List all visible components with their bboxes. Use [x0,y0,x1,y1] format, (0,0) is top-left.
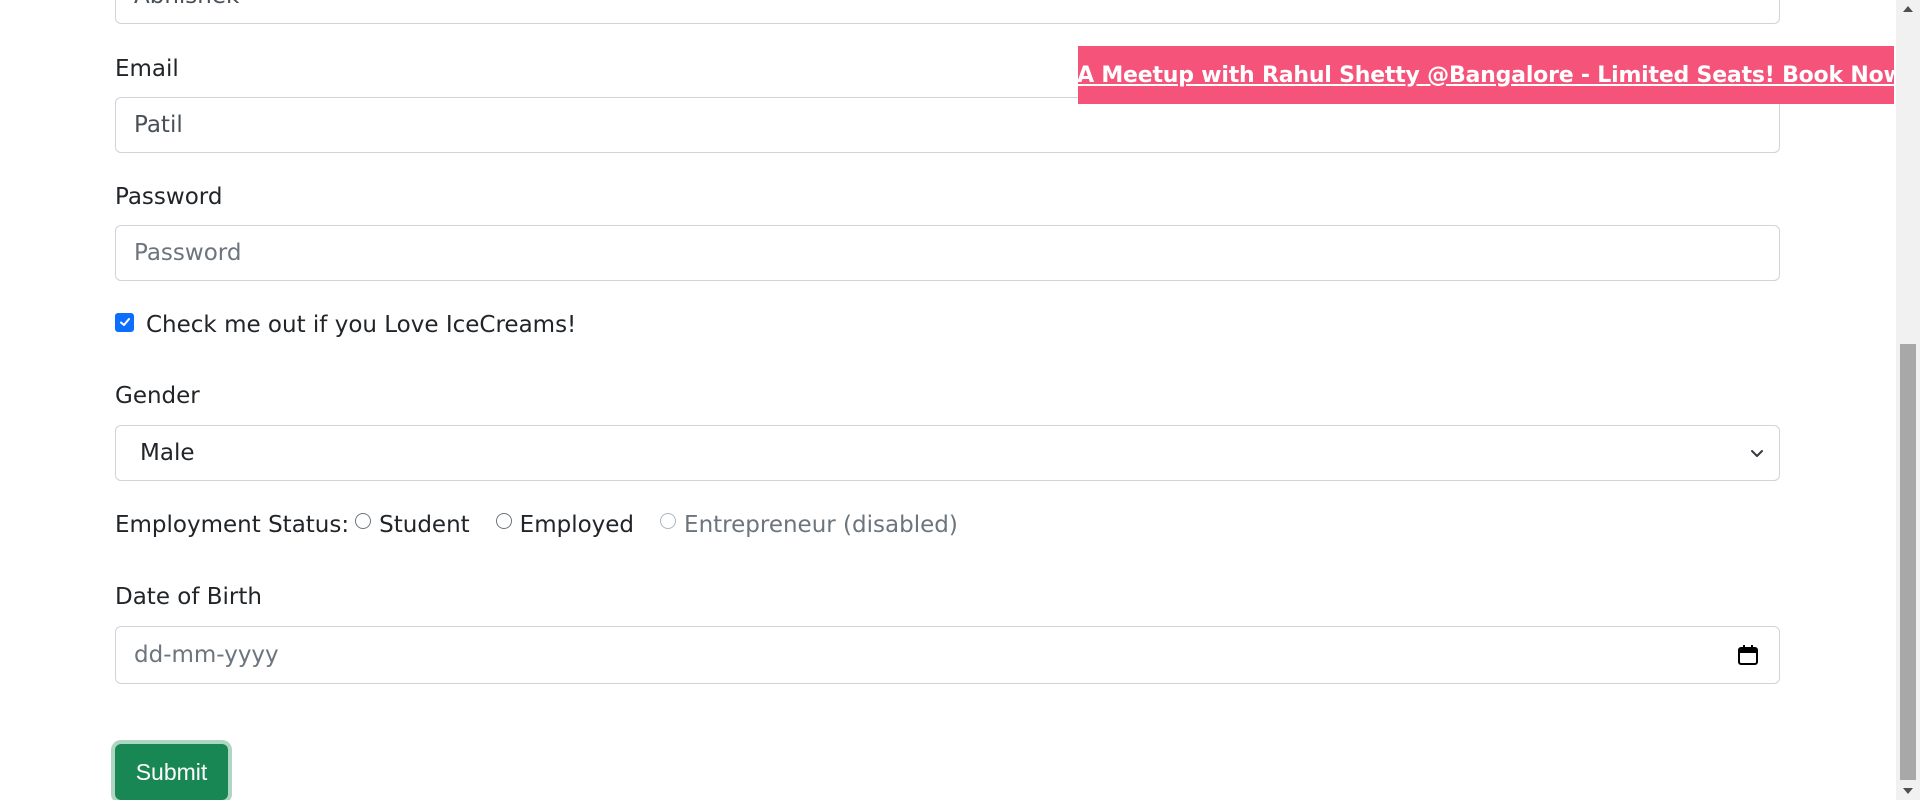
calendar-icon[interactable] [1737,644,1759,666]
radio-employed-label: Employed [519,512,635,538]
gender-selected-value: Male [140,440,195,466]
vertical-scrollbar[interactable] [1896,0,1920,800]
employment-status-row: Employment Status: Student Employed Entr… [115,511,976,539]
check-icon [119,318,130,326]
employment-option-employed[interactable]: Employed [488,511,634,539]
promo-banner-link[interactable]: QA Meetup with Rahul Shetty @Bangalore -… [1059,63,1914,88]
password-placeholder: Password [134,240,242,266]
dob-label: Date of Birth [115,584,262,610]
icecream-checkbox-row: Check me out if you Love IceCreams! [115,312,576,338]
employment-option-entrepreneur: Entrepreneur (disabled) [652,511,958,539]
password-field[interactable]: Password [115,225,1780,281]
icecream-checkbox[interactable] [115,312,134,332]
radio-student-label: Student [379,512,470,538]
email-field[interactable]: Patil [115,97,1780,153]
name-field[interactable]: Abhishek [115,0,1780,24]
radio-employed[interactable] [495,513,512,529]
chevron-down-icon [1751,450,1763,457]
employment-label: Employment Status: [115,512,350,538]
scrollbar-thumb[interactable] [1900,344,1916,780]
icecream-checkbox-label: Check me out if you Love IceCreams! [146,312,577,338]
scroll-down-arrow-icon[interactable] [1896,783,1920,800]
promo-banner: QA Meetup with Rahul Shetty @Bangalore -… [1059,46,1914,104]
email-label: Email [115,56,179,82]
radio-student[interactable] [355,513,372,529]
employment-option-student[interactable]: Student [349,511,470,539]
submit-button[interactable]: Submit [115,744,228,800]
gender-label: Gender [115,383,200,409]
name-field-value: Abhishek [134,0,239,9]
gender-select[interactable]: Male [115,425,1780,481]
radio-entrepreneur [660,513,677,529]
password-label: Password [115,184,223,210]
dob-field[interactable]: dd-mm-yyyy [115,626,1780,684]
scroll-up-arrow-icon[interactable] [1896,0,1920,17]
radio-entrepreneur-label: Entrepreneur (disabled) [684,512,958,538]
dob-placeholder: dd-mm-yyyy [134,642,279,668]
email-field-value: Patil [134,112,183,138]
page: Abhishek Email Patil Password Password C… [0,0,1920,800]
